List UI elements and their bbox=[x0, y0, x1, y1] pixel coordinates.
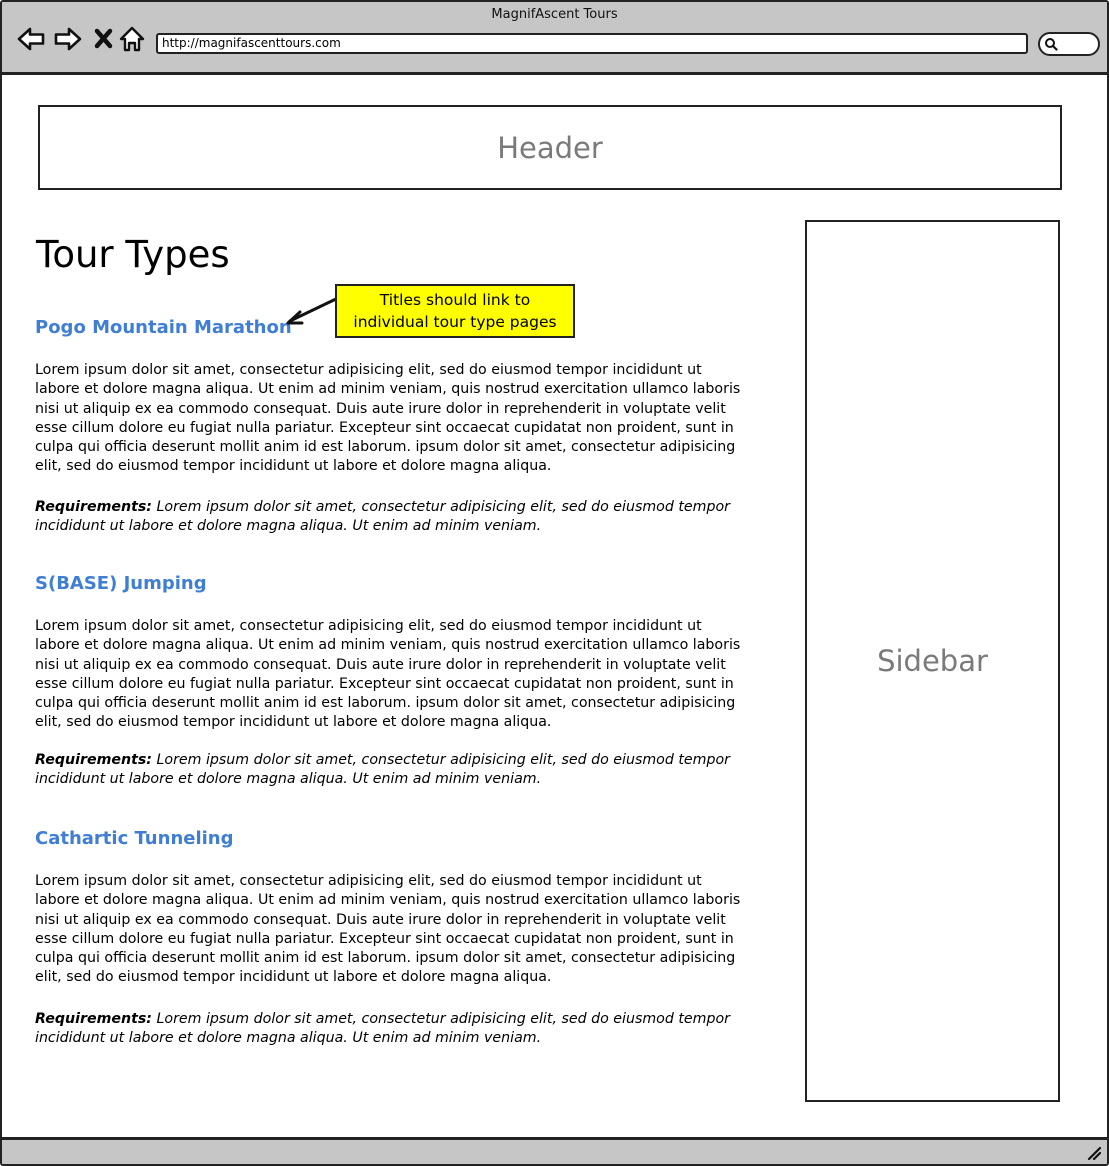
header-placeholder: Header bbox=[38, 105, 1062, 190]
resize-grip-icon[interactable] bbox=[1087, 1146, 1101, 1160]
requirements-label: Requirements: bbox=[35, 1011, 152, 1027]
sidebar-placeholder: Sidebar bbox=[805, 220, 1060, 1102]
sidebar-label: Sidebar bbox=[877, 644, 988, 678]
requirements-label: Requirements: bbox=[35, 752, 152, 768]
page-title: Tour Types bbox=[36, 233, 230, 276]
back-arrow-icon[interactable] bbox=[16, 24, 46, 54]
tour-description: Lorem ipsum dolor sit amet, consectetur … bbox=[35, 873, 741, 986]
close-icon[interactable] bbox=[90, 24, 120, 54]
tour-requirements: Requirements: Lorem ipsum dolor sit amet… bbox=[35, 498, 747, 537]
tour-title-link[interactable]: Cathartic Tunneling bbox=[35, 828, 234, 849]
home-icon[interactable] bbox=[117, 24, 147, 54]
forward-arrow-icon[interactable] bbox=[53, 24, 83, 54]
tour-title-link[interactable]: S(BASE) Jumping bbox=[35, 573, 207, 594]
annotation-callout: Titles should link to individual tour ty… bbox=[335, 284, 575, 338]
browser-window: MagnifAscent Tours http://magnifascentto… bbox=[0, 0, 1109, 1166]
requirements-label: Requirements: bbox=[35, 499, 152, 515]
header-label: Header bbox=[497, 130, 603, 165]
browser-toolbar: MagnifAscent Tours http://magnifascentto… bbox=[2, 2, 1107, 75]
tour-description: Lorem ipsum dolor sit amet, consectetur … bbox=[35, 362, 741, 475]
address-bar[interactable]: http://magnifascenttours.com bbox=[156, 33, 1028, 54]
status-bar bbox=[2, 1137, 1107, 1164]
callout-line: individual tour type pages bbox=[353, 313, 557, 331]
search-icon bbox=[1045, 38, 1058, 51]
search-box[interactable] bbox=[1038, 32, 1100, 56]
tour-requirements: Requirements: Lorem ipsum dolor sit amet… bbox=[35, 751, 747, 790]
tour-title-link[interactable]: Pogo Mountain Marathon bbox=[35, 317, 292, 338]
tour-description: Lorem ipsum dolor sit amet, consectetur … bbox=[35, 618, 741, 731]
callout-arrow bbox=[286, 296, 340, 325]
window-title: MagnifAscent Tours bbox=[491, 7, 618, 22]
callout-line: Titles should link to bbox=[379, 291, 531, 309]
tour-requirements: Requirements: Lorem ipsum dolor sit amet… bbox=[35, 1010, 747, 1049]
